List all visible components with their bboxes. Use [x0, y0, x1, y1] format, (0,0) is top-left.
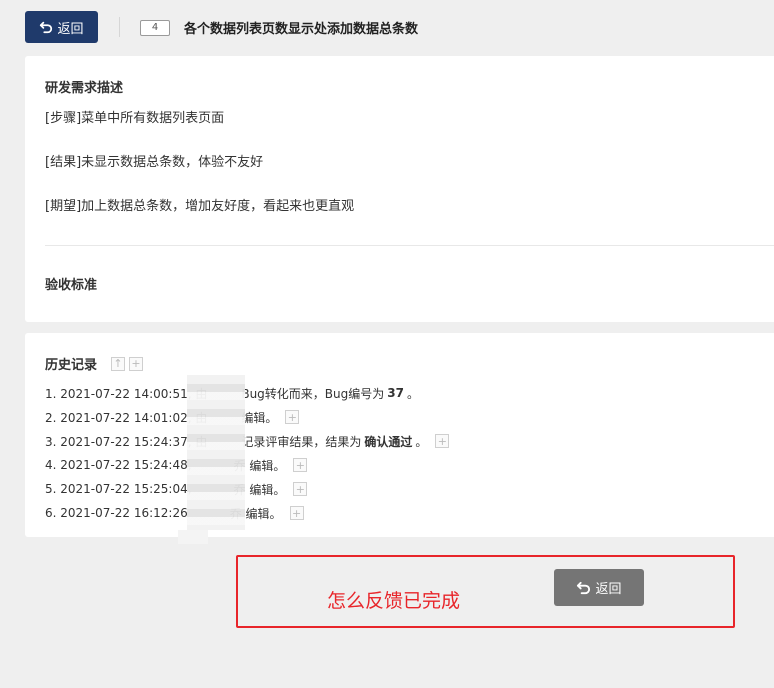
requirement-expect-line: [期望]加上数据总条数，增加友好度，看起来也更直观 [45, 199, 355, 214]
plus-icon[interactable]: + [289, 506, 304, 520]
history-entry: 4. 2021-07-22 15:24:48, 乔 编辑。 + [45, 453, 449, 477]
annotation-box: 怎么反馈已完成 返回 [236, 555, 735, 628]
bottom-back-button-label: 返回 [595, 582, 622, 597]
privacy-blur [187, 375, 245, 530]
history-list: 1. 2021-07-22 14:00:51, 由 Bug转化而来，Bug编号为… [45, 381, 450, 525]
page-title: 各个数据列表页数显示处添加数据总条数 [184, 22, 419, 37]
history-entry: 6. 2021-07-22 16:12:26 乔 编辑。 + [45, 501, 449, 525]
section-divider [45, 245, 774, 246]
arrow-up-icon[interactable]: ↑ [111, 356, 126, 371]
privacy-blur-tail [178, 530, 208, 544]
requirement-card: 研发需求描述 [步骤]菜单中所有数据列表页面 [结果]未显示数据总条数，体验不友… [25, 56, 774, 322]
history-entry: 3. 2021-07-22 15:24:37, 由 记录评审结果，结果为 确认通… [45, 429, 450, 453]
undo-arrow-icon [577, 581, 591, 595]
back-button-label: 返回 [57, 21, 84, 37]
plus-icon[interactable]: + [293, 482, 308, 496]
plus-icon[interactable]: + [435, 434, 450, 448]
history-entry: 5. 2021-07-22 15:25:04, 乔 编辑。 + [45, 477, 449, 501]
history-entry: 1. 2021-07-22 14:00:51, 由 Bug转化而来，Bug编号为… [45, 386, 419, 401]
history-header: 历史记录 ↑ + [45, 354, 144, 373]
undo-arrow-icon [40, 21, 53, 34]
requirement-step-line: [步骤]菜单中所有数据列表页面 [45, 111, 225, 126]
plus-icon[interactable]: + [293, 458, 308, 472]
plus-icon[interactable]: + [285, 410, 300, 424]
history-entry: 2. 2021-07-22 14:01:02, 由 编辑。 + [45, 405, 449, 429]
header-divider [119, 17, 120, 37]
plus-icon[interactable]: + [129, 356, 144, 371]
top-bar: 返回 4 各个数据列表页数显示处添加数据总条数 [0, 0, 774, 54]
history-heading: 历史记录 [45, 358, 98, 373]
requirement-heading: 研发需求描述 [45, 81, 124, 96]
back-button[interactable]: 返回 [25, 11, 98, 43]
acceptance-heading: 验收标准 [45, 278, 98, 293]
requirement-result-line: [结果]未显示数据总条数，体验不友好 [45, 155, 264, 170]
history-card: 历史记录 ↑ + 1. 2021-07-22 14:00:51, 由 Bug转化… [25, 333, 774, 537]
bottom-back-button[interactable]: 返回 [554, 569, 644, 606]
story-id-badge: 4 [140, 20, 170, 36]
annotation-text: 怎么反馈已完成 [327, 590, 461, 612]
